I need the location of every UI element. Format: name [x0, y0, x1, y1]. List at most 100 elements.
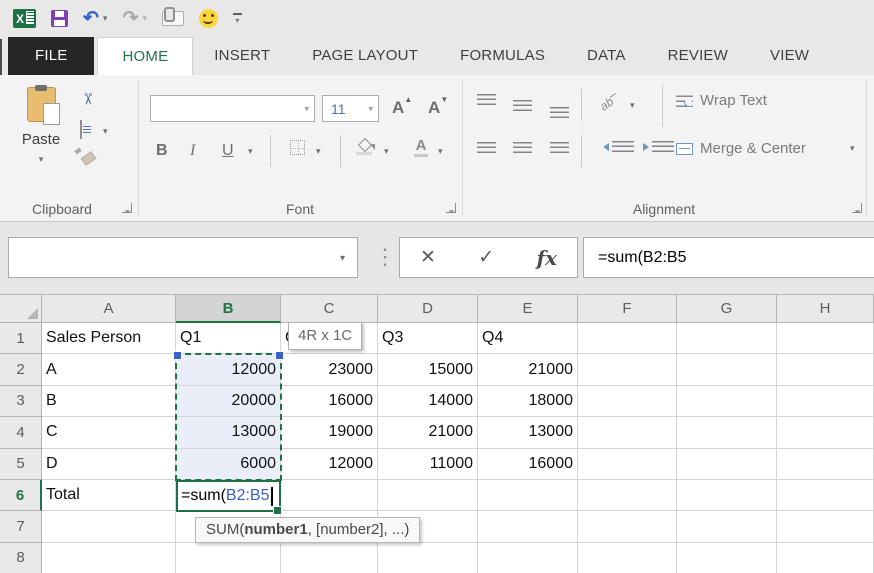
clipboard-dialog-launcher-icon[interactable]: [122, 203, 132, 213]
cell-A7[interactable]: [42, 511, 176, 542]
alignment-dialog-launcher-icon[interactable]: [852, 203, 862, 213]
borders-icon[interactable]: [290, 140, 305, 155]
bottom-align-icon[interactable]: [550, 106, 569, 118]
cell-E4[interactable]: 13000: [478, 417, 578, 448]
increase-indent-icon[interactable]: [652, 141, 674, 152]
copy-dropdown-icon[interactable]: ▾: [103, 127, 108, 136]
cell-B3[interactable]: 20000: [176, 386, 281, 417]
tab-insert[interactable]: INSERT: [193, 37, 291, 75]
col-header-D[interactable]: D: [378, 295, 478, 323]
cell-A2[interactable]: A: [42, 354, 176, 385]
save-icon[interactable]: [51, 10, 68, 27]
col-header-C[interactable]: C: [281, 295, 378, 323]
select-all-corner[interactable]: [0, 295, 42, 323]
enter-icon[interactable]: ✓: [478, 246, 494, 269]
cell-C3[interactable]: 16000: [281, 386, 378, 417]
cell-A5[interactable]: D: [42, 449, 176, 480]
col-header-H[interactable]: H: [777, 295, 874, 323]
cell-G1[interactable]: [677, 323, 777, 354]
cell-B8[interactable]: [176, 543, 281, 573]
row-header-1[interactable]: 1: [0, 323, 42, 354]
merge-center-button[interactable]: Merge & Center: [700, 140, 806, 157]
fill-handle-icon[interactable]: [273, 506, 282, 515]
cell-F6[interactable]: [578, 480, 677, 511]
row-header-8[interactable]: 8: [0, 543, 42, 573]
row-header-4[interactable]: 4: [0, 417, 42, 448]
cell-C2[interactable]: 23000: [281, 354, 378, 385]
top-align-icon[interactable]: [477, 93, 496, 105]
row-header-3[interactable]: 3: [0, 386, 42, 417]
attachment-icon[interactable]: [162, 11, 184, 26]
cell-D6[interactable]: [378, 480, 478, 511]
cell-H1[interactable]: [777, 323, 874, 354]
undo-button[interactable]: ↶ ▾: [83, 9, 107, 28]
cell-F8[interactable]: [578, 543, 677, 573]
cell-G7[interactable]: [677, 511, 777, 542]
cell-E3[interactable]: 18000: [478, 386, 578, 417]
bold-button[interactable]: B: [156, 143, 168, 159]
copy-icon[interactable]: [80, 120, 82, 139]
cell-G3[interactable]: [677, 386, 777, 417]
cell-D8[interactable]: [378, 543, 478, 573]
wrap-text-icon[interactable]: [676, 93, 693, 107]
orientation-dropdown-icon[interactable]: ▾: [630, 101, 635, 110]
formula-input[interactable]: =sum(B2:B5: [583, 237, 874, 278]
cell-B2[interactable]: 12000: [176, 354, 281, 385]
font-dialog-launcher-icon[interactable]: [446, 203, 456, 213]
cell-H8[interactable]: [777, 543, 874, 573]
cell-G4[interactable]: [677, 417, 777, 448]
insert-function-icon[interactable]: fx: [536, 246, 557, 270]
cell-F5[interactable]: [578, 449, 677, 480]
orientation-icon[interactable]: ab: [597, 94, 616, 113]
font-color-dropdown-icon[interactable]: ▾: [438, 147, 443, 156]
align-right-icon[interactable]: [550, 141, 569, 153]
cell-C8[interactable]: [281, 543, 378, 573]
decrease-font-size-button[interactable]: A▼: [428, 99, 440, 116]
fill-color-dropdown-icon[interactable]: ▾: [384, 147, 389, 156]
cell-H4[interactable]: [777, 417, 874, 448]
cell-C6[interactable]: [281, 480, 378, 511]
fill-color-icon[interactable]: [356, 138, 376, 155]
tab-page-layout[interactable]: PAGE LAYOUT: [291, 37, 439, 75]
increase-font-size-button[interactable]: A▲: [392, 99, 404, 116]
cell-F7[interactable]: [578, 511, 677, 542]
name-box-dropdown-icon[interactable]: ▾: [340, 254, 345, 264]
tab-view[interactable]: VIEW: [749, 37, 830, 75]
cell-A8[interactable]: [42, 543, 176, 573]
borders-dropdown-icon[interactable]: ▾: [316, 147, 321, 156]
cell-E6[interactable]: [478, 480, 578, 511]
font-color-icon[interactable]: A: [412, 138, 430, 157]
cell-B4[interactable]: 13000: [176, 417, 281, 448]
font-name-dropdown-icon[interactable]: ▾: [304, 104, 309, 113]
cell-F1[interactable]: [578, 323, 677, 354]
underline-dropdown-icon[interactable]: ▾: [248, 147, 253, 156]
cell-H6[interactable]: [777, 480, 874, 511]
underline-button[interactable]: U: [222, 143, 234, 159]
cell-D1[interactable]: Q3: [378, 323, 478, 354]
cell-F2[interactable]: [578, 354, 677, 385]
cell-H3[interactable]: [777, 386, 874, 417]
row-header-7[interactable]: 7: [0, 511, 42, 542]
cancel-icon[interactable]: ✕: [420, 246, 436, 269]
cell-G2[interactable]: [677, 354, 777, 385]
tab-formulas[interactable]: FORMULAS: [439, 37, 566, 75]
row-header-6[interactable]: 6: [0, 480, 42, 511]
cell-H7[interactable]: [777, 511, 874, 542]
cell-B5[interactable]: 6000: [176, 449, 281, 480]
tab-review[interactable]: REVIEW: [647, 37, 749, 75]
redo-dropdown-icon[interactable]: ▾: [142, 14, 147, 23]
font-name-combobox[interactable]: ▾: [150, 95, 315, 122]
font-size-dropdown-icon[interactable]: ▾: [368, 104, 373, 113]
cell-D3[interactable]: 14000: [378, 386, 478, 417]
cell-E8[interactable]: [478, 543, 578, 573]
align-left-icon[interactable]: [477, 141, 496, 153]
col-header-G[interactable]: G: [677, 295, 777, 323]
font-size-combobox[interactable]: 11 ▾: [322, 95, 379, 122]
cell-C4[interactable]: 19000: [281, 417, 378, 448]
col-header-F[interactable]: F: [578, 295, 677, 323]
wrap-text-button[interactable]: Wrap Text: [700, 92, 767, 109]
cut-icon[interactable]: ✂: [79, 92, 95, 105]
undo-dropdown-icon[interactable]: ▾: [103, 14, 108, 23]
cell-H2[interactable]: [777, 354, 874, 385]
merge-center-icon[interactable]: [676, 143, 693, 155]
